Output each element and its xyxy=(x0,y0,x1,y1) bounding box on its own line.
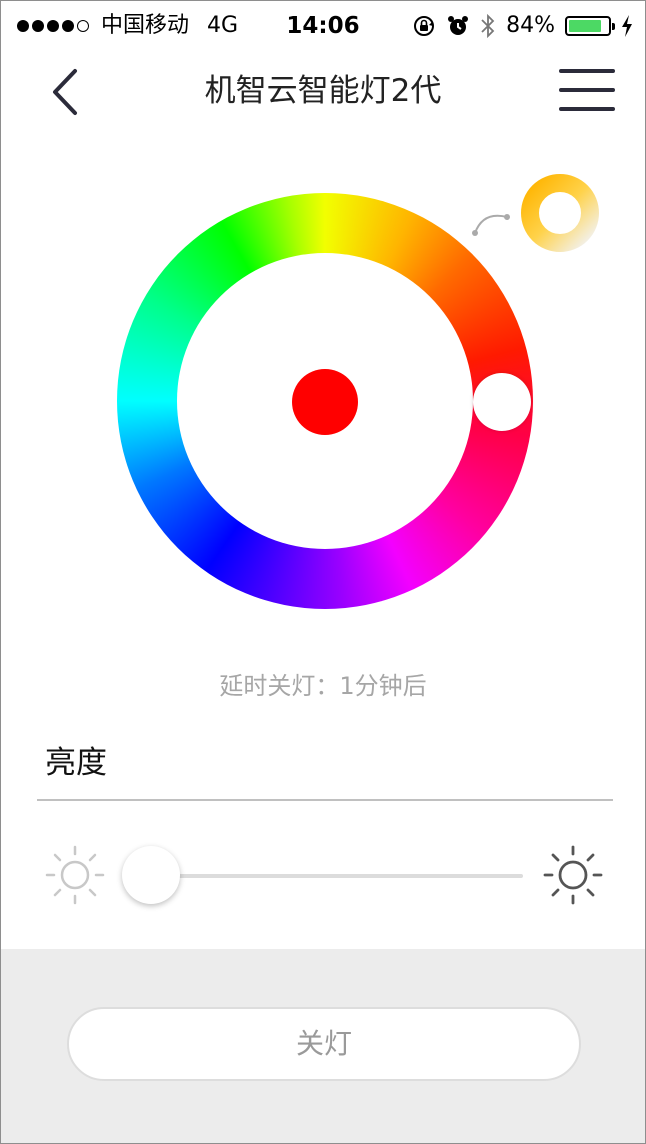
app-screen: 中国移动 4G 14:06 84% 机智云智能灯2代 延时关灯：1分钟后 亮度 … xyxy=(0,0,646,1144)
battery-fill xyxy=(569,20,601,32)
page-title: 机智云智能灯2代 xyxy=(204,73,442,109)
sun-dim-icon xyxy=(45,845,105,905)
status-bar: 中国移动 4G 14:06 84% xyxy=(1,1,645,53)
bluetooth-icon xyxy=(481,13,495,39)
turn-off-light-button[interactable]: 关灯 xyxy=(67,1007,581,1081)
color-wheel-area xyxy=(1,151,645,631)
section-divider xyxy=(37,799,613,801)
hamburger-menu-icon[interactable] xyxy=(559,67,615,113)
timer-status-text: 延时关灯：1分钟后 xyxy=(219,672,427,700)
rotation-lock-icon xyxy=(414,16,435,36)
color-wheel-handle[interactable] xyxy=(473,373,531,431)
brightness-slider-track[interactable] xyxy=(151,874,523,878)
nav-bar: 机智云智能灯2代 xyxy=(1,53,645,133)
color-temperature-toggle-icon[interactable] xyxy=(469,171,601,257)
status-right: 84% xyxy=(412,11,633,41)
selected-color-preview xyxy=(292,369,358,435)
charging-bolt-icon xyxy=(622,15,632,37)
battery-icon xyxy=(565,16,615,36)
brightness-label: 亮度 xyxy=(45,745,107,781)
bottom-panel: 关灯 xyxy=(1,949,645,1143)
brightness-slider-thumb[interactable] xyxy=(122,846,180,904)
sun-bright-icon xyxy=(543,845,603,905)
alarm-icon xyxy=(448,16,469,35)
battery-percent: 84% xyxy=(506,13,555,38)
